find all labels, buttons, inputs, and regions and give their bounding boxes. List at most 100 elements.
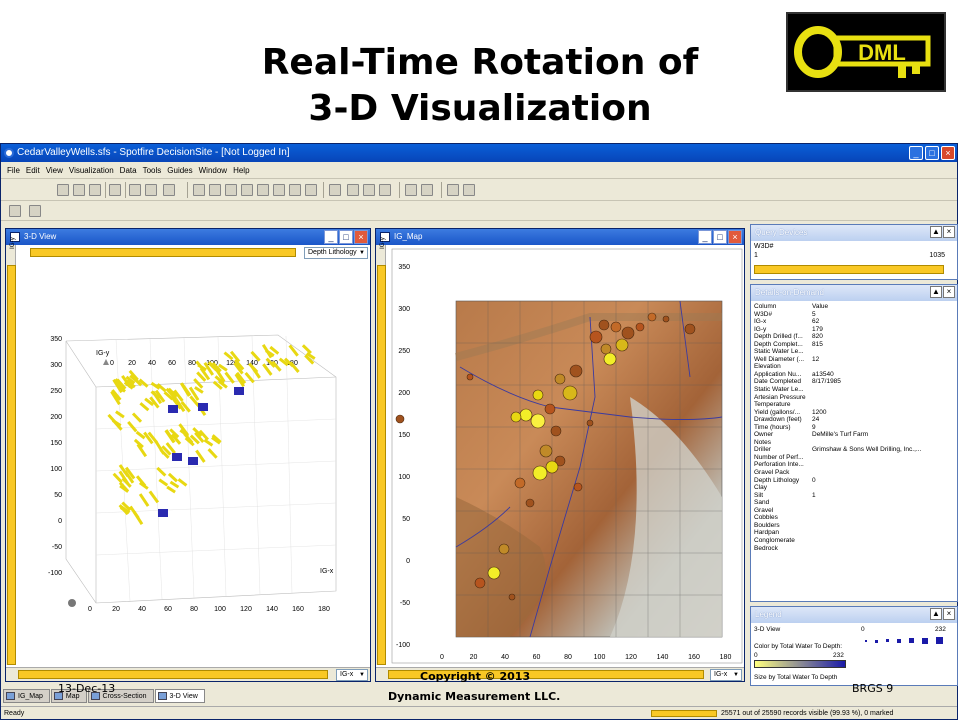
details-close-button[interactable]: ×	[943, 286, 955, 298]
well-marker[interactable]	[532, 389, 544, 401]
3d-view-minimize-button[interactable]: _	[324, 230, 338, 244]
tile-icon[interactable]	[379, 184, 391, 196]
well-marker[interactable]	[603, 352, 617, 366]
minimize-button[interactable]: _	[909, 146, 923, 160]
well-marker[interactable]	[569, 364, 583, 378]
ig-map-titlebar[interactable]: IG_Map _ □ ×	[376, 229, 744, 245]
query-devices-titlebar[interactable]: Query Devices ▲ ×	[751, 225, 957, 241]
legend-collapse-button[interactable]: ▲	[930, 608, 942, 620]
copy-icon[interactable]	[129, 184, 141, 196]
map-x-axis-selector[interactable]: IG-x ▼	[710, 669, 742, 681]
query-devices-close-button[interactable]: ×	[943, 226, 955, 238]
menu-edit[interactable]: Edit	[26, 162, 40, 178]
pie-chart-icon[interactable]	[241, 184, 253, 196]
reset-icon[interactable]	[163, 184, 175, 196]
map-y-axis-selector[interactable]: IG-y	[379, 237, 386, 249]
properties-icon[interactable]	[405, 184, 417, 196]
well-marker[interactable]	[662, 315, 670, 323]
3d-x-range-slider[interactable]	[30, 248, 296, 257]
menu-data[interactable]: Data	[120, 162, 137, 178]
zoom-icon[interactable]	[463, 184, 475, 196]
tile-vertical-icon[interactable]	[363, 184, 375, 196]
panel-icon[interactable]	[9, 205, 21, 217]
tab-3d-view[interactable]: 3-D View	[154, 689, 205, 703]
well-marker[interactable]	[530, 413, 546, 429]
w3d-range-slider[interactable]	[754, 265, 944, 274]
well-marker[interactable]	[508, 593, 516, 601]
line-chart-icon[interactable]	[257, 184, 269, 196]
well-marker[interactable]	[510, 411, 522, 423]
menu-view[interactable]: View	[46, 162, 63, 178]
ig-map-plot[interactable]: 350 300 250 200 150 100 50 0 -50 -100 0 20 40 60 80 10…	[390, 247, 744, 665]
maximize-button[interactable]: □	[925, 146, 939, 160]
save-icon[interactable]	[89, 184, 101, 196]
menu-tools[interactable]: Tools	[143, 162, 162, 178]
well-marker[interactable]	[586, 419, 594, 427]
well-marker[interactable]	[554, 373, 566, 385]
well-marker[interactable]	[395, 414, 405, 424]
table-icon[interactable]	[305, 184, 317, 196]
3d-origin-handle[interactable]	[68, 599, 76, 607]
ig-map-close-button[interactable]: ×	[728, 230, 742, 244]
bookmark-icon[interactable]	[447, 184, 459, 196]
3d-x-axis-selector[interactable]: IG-x ▼	[336, 669, 368, 681]
well-marker[interactable]	[545, 460, 559, 474]
layout-icon[interactable]	[329, 184, 341, 196]
details-titlebar[interactable]: Details-on-Demand ▲ ×	[751, 285, 957, 301]
color-by-dropdown[interactable]: Depth Lithology ▼	[304, 247, 368, 259]
profile-chart-icon[interactable]	[273, 184, 285, 196]
well-marker[interactable]	[544, 403, 556, 415]
tab-ig-map[interactable]: IG_Map	[3, 689, 50, 703]
3d-view-close-button[interactable]: ×	[354, 230, 368, 244]
legend-titlebar[interactable]: Legend ▲ ×	[751, 607, 957, 623]
query-devices-collapse-button[interactable]: ▲	[930, 226, 942, 238]
menu-window[interactable]: Window	[199, 162, 227, 178]
well-marker[interactable]	[684, 323, 696, 335]
home-icon[interactable]	[29, 205, 41, 217]
print-icon[interactable]	[109, 184, 121, 196]
3d-x-axis-slider[interactable]	[18, 670, 328, 679]
3d-scatter-icon[interactable]	[209, 184, 221, 196]
well-marker[interactable]	[589, 330, 603, 344]
well-marker[interactable]	[635, 322, 645, 332]
3d-y-range-slider[interactable]	[7, 265, 16, 665]
3d-view-titlebar[interactable]: 3-D View _ □ ×	[6, 229, 370, 245]
close-button[interactable]: ×	[941, 146, 955, 160]
3d-scatter-plot[interactable]: 350300250200150100500-50-100 02040608010…	[20, 259, 370, 679]
3d-y-axis-selector[interactable]: IG-y	[9, 237, 16, 249]
well-marker[interactable]	[610, 321, 622, 333]
well-marker[interactable]	[466, 373, 474, 381]
heat-map-icon[interactable]	[289, 184, 301, 196]
well-marker[interactable]	[550, 425, 562, 437]
well-marker[interactable]	[573, 482, 583, 492]
details-collapse-button[interactable]: ▲	[930, 286, 942, 298]
well-marker[interactable]	[600, 343, 612, 355]
legend-close-button[interactable]: ×	[943, 608, 955, 620]
list-icon[interactable]	[421, 184, 433, 196]
menu-help[interactable]: Help	[233, 162, 249, 178]
bar-chart-icon[interactable]	[225, 184, 237, 196]
window-titlebar[interactable]: CedarValleyWells.sfs - Spotfire Decision…	[1, 144, 957, 162]
well-marker[interactable]	[562, 385, 578, 401]
well-marker[interactable]	[519, 408, 533, 422]
menu-guides[interactable]: Guides	[167, 162, 192, 178]
paste-icon[interactable]	[145, 184, 157, 196]
menu-visualization[interactable]: Visualization	[69, 162, 114, 178]
well-marker[interactable]	[615, 338, 629, 352]
open-icon[interactable]	[57, 184, 69, 196]
map-y-range-slider[interactable]	[377, 265, 386, 665]
well-marker[interactable]	[532, 465, 548, 481]
well-marker[interactable]	[621, 326, 635, 340]
well-marker[interactable]	[598, 319, 610, 331]
scatter-plot-icon[interactable]	[193, 184, 205, 196]
well-marker[interactable]	[539, 444, 553, 458]
3d-view-maximize-button[interactable]: □	[339, 230, 353, 244]
well-marker[interactable]	[514, 477, 526, 489]
well-marker[interactable]	[525, 498, 535, 508]
tile-horizontal-icon[interactable]	[347, 184, 359, 196]
ig-map-minimize-button[interactable]: _	[698, 230, 712, 244]
well-marker[interactable]	[474, 577, 486, 589]
well-marker[interactable]	[647, 312, 657, 322]
open-folder-icon[interactable]	[73, 184, 85, 196]
well-marker[interactable]	[487, 566, 501, 580]
